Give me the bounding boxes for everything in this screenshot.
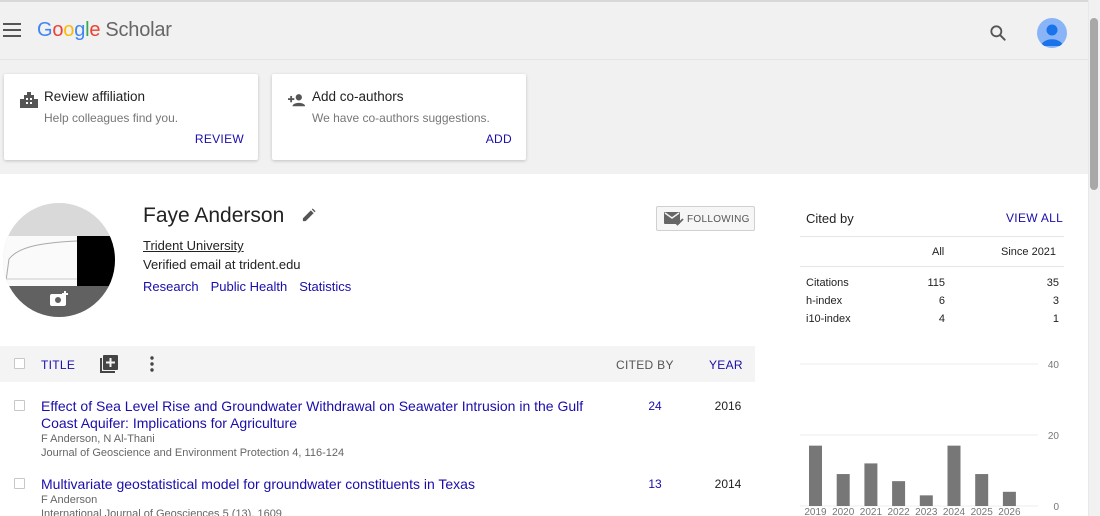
x-tick-label: 2025 [971, 507, 994, 516]
sort-by-cited[interactable]: CITED BY [616, 358, 674, 372]
more-vert-icon[interactable] [149, 356, 155, 372]
article-year: 2016 [714, 399, 742, 413]
stat-value-all: 4 [938, 313, 945, 325]
profile-photo[interactable] [3, 203, 115, 317]
citations-bar-chart: 40 20 0 2019 2020 2021 2022 2023 2024 2025 2026 [800, 360, 1060, 516]
scrollbar-thumb[interactable] [1090, 18, 1098, 190]
following-button[interactable]: FOLLOWING [656, 206, 755, 231]
bar-2023[interactable] [919, 495, 933, 506]
column-header-all: All [932, 246, 945, 258]
cited-by-count-link[interactable]: 13 [640, 477, 670, 491]
bar-2026[interactable] [1002, 491, 1016, 506]
divider [800, 236, 1064, 237]
logo-product: Scholar [105, 19, 172, 41]
card-description: Help colleagues find you. [44, 111, 179, 125]
bar-2020[interactable] [836, 474, 850, 506]
cited-by-count-link[interactable]: 24 [640, 399, 670, 413]
bar-2021[interactable] [864, 463, 878, 506]
articles-table-header: TITLE CITED BY YEAR [0, 346, 755, 382]
review-affiliation-card: Review affiliation Help colleagues find … [4, 74, 258, 160]
top-app-bar: Google Scholar [0, 0, 1088, 60]
article-title-link[interactable]: Multivariate geostatistical model for gr… [41, 476, 601, 493]
stat-label-h-index: h-index [806, 295, 843, 307]
x-tick-label: 2021 [860, 507, 883, 516]
search-icon[interactable] [988, 23, 1008, 43]
article-authors: F Anderson [41, 494, 98, 506]
account-avatar[interactable] [1037, 18, 1067, 48]
mail-check-icon [664, 212, 684, 226]
article-title-link[interactable]: Effect of Sea Level Rise and Groundwater… [41, 398, 601, 432]
stat-label-citations: Citations [806, 277, 849, 289]
logo-letter: g [74, 19, 86, 41]
card-description: We have co-authors suggestions. [312, 111, 490, 125]
stat-value-since: 3 [1052, 295, 1059, 307]
article-row: Multivariate geostatistical model for gr… [0, 476, 755, 516]
bar-2025[interactable] [975, 474, 989, 506]
x-tick-label: 2026 [998, 507, 1021, 516]
card-title: Review affiliation [44, 89, 146, 104]
select-all-checkbox[interactable] [14, 358, 25, 369]
interest-link-research[interactable]: Research [143, 279, 199, 294]
x-tick-label: 2020 [832, 507, 855, 516]
stat-value-all: 115 [927, 277, 945, 289]
building-icon [20, 92, 38, 108]
verified-email: Verified email at trident.edu [143, 257, 301, 272]
person-add-icon [288, 94, 306, 107]
add-article-icon[interactable] [100, 355, 118, 373]
x-tick-label: 2022 [887, 507, 910, 516]
cited-by-heading: Cited by [806, 211, 854, 226]
edit-pencil-icon[interactable] [301, 208, 316, 223]
stat-value-since: 1 [1052, 313, 1059, 325]
citations-chart: 40 20 0 2019 2020 2021 2022 2023 2024 2025 2026 [800, 356, 1070, 516]
divider [800, 266, 1064, 267]
bar-2022[interactable] [892, 481, 906, 506]
logo-letter: o [63, 19, 75, 41]
sort-by-year[interactable]: YEAR [709, 358, 743, 372]
review-button[interactable]: REVIEW [195, 132, 244, 146]
affiliation-link[interactable]: Trident University [143, 238, 244, 253]
profile-photo-image [3, 203, 115, 317]
interest-link-statistics[interactable]: Statistics [299, 279, 351, 294]
column-header-since: Since 2021 [1001, 246, 1057, 258]
interest-link-public-health[interactable]: Public Health [211, 279, 288, 294]
article-venue: International Journal of Geosciences 5 (… [41, 508, 282, 516]
y-tick-label: 20 [1048, 431, 1060, 442]
add-button[interactable]: ADD [486, 132, 512, 146]
google-scholar-logo[interactable]: Google Scholar [37, 19, 172, 42]
article-venue: Journal of Geoscience and Environment Pr… [41, 447, 345, 459]
article-authors: F Anderson, N Al-Thani [41, 433, 155, 445]
profile-name: Faye Anderson [143, 204, 285, 227]
menu-icon[interactable] [3, 23, 21, 37]
research-interests: Research Public Health Statistics [143, 279, 363, 294]
x-tick-label: 2019 [804, 507, 827, 516]
stat-label-i10-index: i10-index [806, 313, 851, 325]
view-all-button[interactable]: VIEW ALL [1006, 211, 1063, 225]
y-tick-label: 0 [1053, 502, 1059, 513]
suggestion-cards: Review affiliation Help colleagues find … [0, 60, 1088, 174]
following-label: FOLLOWING [687, 214, 750, 225]
x-tick-label: 2024 [943, 507, 966, 516]
stat-value-since: 35 [1046, 277, 1059, 289]
card-title: Add co-authors [312, 89, 404, 104]
article-row: Effect of Sea Level Rise and Groundwater… [0, 398, 755, 462]
stat-value-all: 6 [938, 295, 945, 307]
row-checkbox[interactable] [14, 478, 25, 489]
add-coauthors-card: Add co-authors We have co-authors sugges… [272, 74, 526, 160]
x-tick-label: 2023 [915, 507, 938, 516]
y-tick-label: 40 [1048, 360, 1060, 371]
bar-2019[interactable] [809, 445, 822, 506]
logo-letter: e [89, 19, 101, 41]
person-icon [1041, 24, 1063, 46]
bar-2024[interactable] [947, 445, 961, 506]
logo-letter: o [52, 19, 64, 41]
logo-letter: G [37, 19, 53, 41]
article-year: 2014 [714, 477, 742, 491]
sort-by-title[interactable]: TITLE [41, 358, 75, 372]
row-checkbox[interactable] [14, 400, 25, 411]
